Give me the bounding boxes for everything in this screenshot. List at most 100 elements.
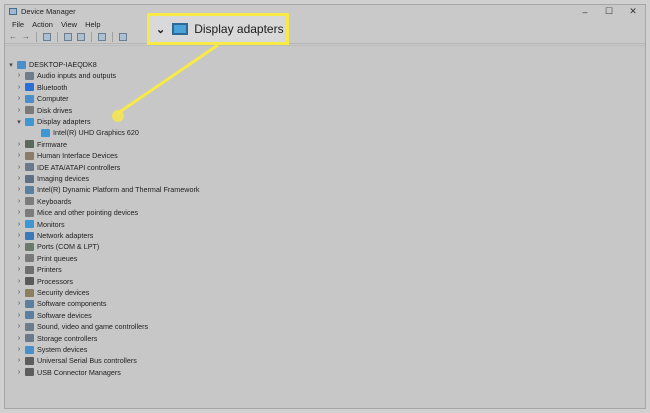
tree-item[interactable]: › Print queues <box>15 253 78 264</box>
device-category-icon <box>25 94 34 103</box>
chevron-right-icon[interactable]: › <box>15 107 23 114</box>
device-category-icon <box>25 277 34 286</box>
chevron-right-icon[interactable]: › <box>15 346 23 353</box>
tree-item-label: Ports (COM & LPT) <box>37 242 100 252</box>
tree-item[interactable]: › Storage controllers <box>15 333 98 344</box>
chevron-right-icon[interactable]: › <box>15 312 23 319</box>
tree-item[interactable]: › Keyboards <box>15 196 72 207</box>
chevron-right-icon[interactable]: › <box>15 357 23 364</box>
update-driver-icon <box>98 32 106 41</box>
device-category-icon <box>25 106 34 115</box>
tree-item[interactable]: › Computer <box>15 93 69 104</box>
chevron-right-icon[interactable]: › <box>15 141 23 148</box>
tree-item[interactable]: › Firmware <box>15 139 67 150</box>
chevron-right-icon[interactable]: › <box>15 72 23 79</box>
chevron-right-icon[interactable]: › <box>15 152 23 159</box>
tree-item-label: Firmware <box>37 139 67 149</box>
chevron-right-icon[interactable]: › <box>15 232 23 239</box>
tree-item[interactable]: › Printers <box>15 264 62 275</box>
help-button[interactable] <box>63 32 73 42</box>
chevron-right-icon[interactable]: › <box>15 186 23 193</box>
chevron-right-icon[interactable]: › <box>15 164 23 171</box>
device-manager-window: Device Manager – ☐ ✕ File Action View He… <box>4 4 646 409</box>
tree-item[interactable]: › Security devices <box>15 287 90 298</box>
chevron-right-icon[interactable]: › <box>15 323 23 330</box>
chevron-down-icon[interactable]: ▾ <box>15 118 23 126</box>
toolbar-separator <box>36 31 37 42</box>
menu-file[interactable]: File <box>8 20 28 29</box>
forward-button[interactable]: → <box>21 32 31 42</box>
chevron-down-icon[interactable]: ▾ <box>7 61 15 69</box>
close-button[interactable]: ✕ <box>621 5 645 18</box>
chevron-right-icon[interactable]: › <box>15 369 23 376</box>
tree-item[interactable]: › Human Interface Devices <box>15 150 118 161</box>
tree-item-label: USB Connector Managers <box>37 367 121 377</box>
chevron-right-icon[interactable]: › <box>15 84 23 91</box>
tree-item[interactable]: Intel(R) UHD Graphics 620 <box>31 127 139 138</box>
tree-item-label: Disk drives <box>37 105 73 115</box>
tree-item[interactable]: › Intel(R) Dynamic Platform and Thermal F… <box>15 184 200 195</box>
tree-item[interactable]: › Universal Serial Bus controllers <box>15 355 137 366</box>
display-adapters-callout: ⌄ Display adapters <box>147 13 289 45</box>
chevron-right-icon[interactable]: › <box>15 255 23 262</box>
tree-item[interactable]: › Software components <box>15 298 107 309</box>
menu-help[interactable]: Help <box>81 20 104 29</box>
update-driver-button[interactable] <box>97 32 107 42</box>
toolbar-separator <box>91 31 92 42</box>
tree-item-label: System devices <box>37 345 88 354</box>
tree-item[interactable]: › Audio inputs and outputs <box>15 70 116 81</box>
properties-icon <box>43 32 51 41</box>
tree-item[interactable]: › System devices <box>15 344 88 355</box>
tree-item[interactable]: › Sound, video and game controllers <box>15 321 148 332</box>
chevron-right-icon[interactable]: › <box>15 95 23 102</box>
device-category-icon <box>25 208 34 217</box>
tree-item[interactable]: ▾ Display adapters <box>15 116 90 127</box>
tree-item[interactable]: › Mice and other pointing devices <box>15 207 138 218</box>
tree-item[interactable]: › Software devices <box>15 310 92 321</box>
chevron-right-icon[interactable]: › <box>15 221 23 228</box>
chevron-right-icon[interactable]: › <box>15 175 23 182</box>
device-category-icon <box>25 356 34 365</box>
tree-item[interactable]: › IDE ATA/ATAPI controllers <box>15 162 121 173</box>
title-bar[interactable]: Device Manager – ☐ ✕ <box>5 5 645 18</box>
device-category-icon <box>25 368 34 377</box>
tree-item[interactable]: › USB Connector Managers <box>15 367 121 378</box>
tree-item[interactable]: › Monitors <box>15 219 65 230</box>
tree-item[interactable]: › Network adapters <box>15 230 94 241</box>
tree-item-label: Printers <box>37 265 62 275</box>
toolbar-separator <box>57 31 58 42</box>
tree-item-label: Storage controllers <box>37 333 98 343</box>
chevron-right-icon[interactable]: › <box>15 300 23 307</box>
tree-item[interactable]: › Imaging devices <box>15 173 89 184</box>
maximize-button[interactable]: ☐ <box>597 5 621 18</box>
help-icon <box>64 32 72 41</box>
chevron-right-icon[interactable]: › <box>15 289 23 296</box>
tree-item[interactable]: › Processors <box>15 276 73 287</box>
back-button[interactable]: ← <box>8 32 18 42</box>
menu-action[interactable]: Action <box>28 20 57 29</box>
tree-item[interactable]: › Bluetooth <box>15 82 68 93</box>
properties-button[interactable] <box>42 32 52 42</box>
tree-item-label: Software devices <box>37 310 92 320</box>
chevron-right-icon[interactable]: › <box>15 335 23 342</box>
chevron-right-icon[interactable]: › <box>15 266 23 273</box>
chevron-right-icon[interactable]: › <box>15 278 23 285</box>
chevron-right-icon[interactable]: › <box>15 243 23 250</box>
device-category-icon <box>25 265 34 274</box>
chevron-right-icon[interactable]: › <box>15 198 23 205</box>
device-category-icon <box>25 231 34 240</box>
chevron-right-icon[interactable]: › <box>15 209 23 216</box>
tree-item-label: Print queues <box>37 253 78 263</box>
tree-item-label: Intel(R) Dynamic Platform and Thermal Fr… <box>37 185 200 195</box>
tree-item-label: IDE ATA/ATAPI controllers <box>37 162 121 172</box>
menu-view[interactable]: View <box>57 20 81 29</box>
device-category-icon <box>41 128 50 137</box>
scan-hardware-button[interactable] <box>118 32 128 42</box>
tree-item[interactable]: › Disk drives <box>15 105 72 116</box>
device-category-icon <box>25 163 34 172</box>
minimize-button[interactable]: – <box>573 5 597 18</box>
tree-item[interactable]: › Ports (COM & LPT) <box>15 241 99 252</box>
display-adapter-icon <box>172 23 189 35</box>
tree-root[interactable]: ▾ DESKTOP-IAEQDK8 <box>7 59 97 70</box>
view-button[interactable] <box>76 32 86 42</box>
